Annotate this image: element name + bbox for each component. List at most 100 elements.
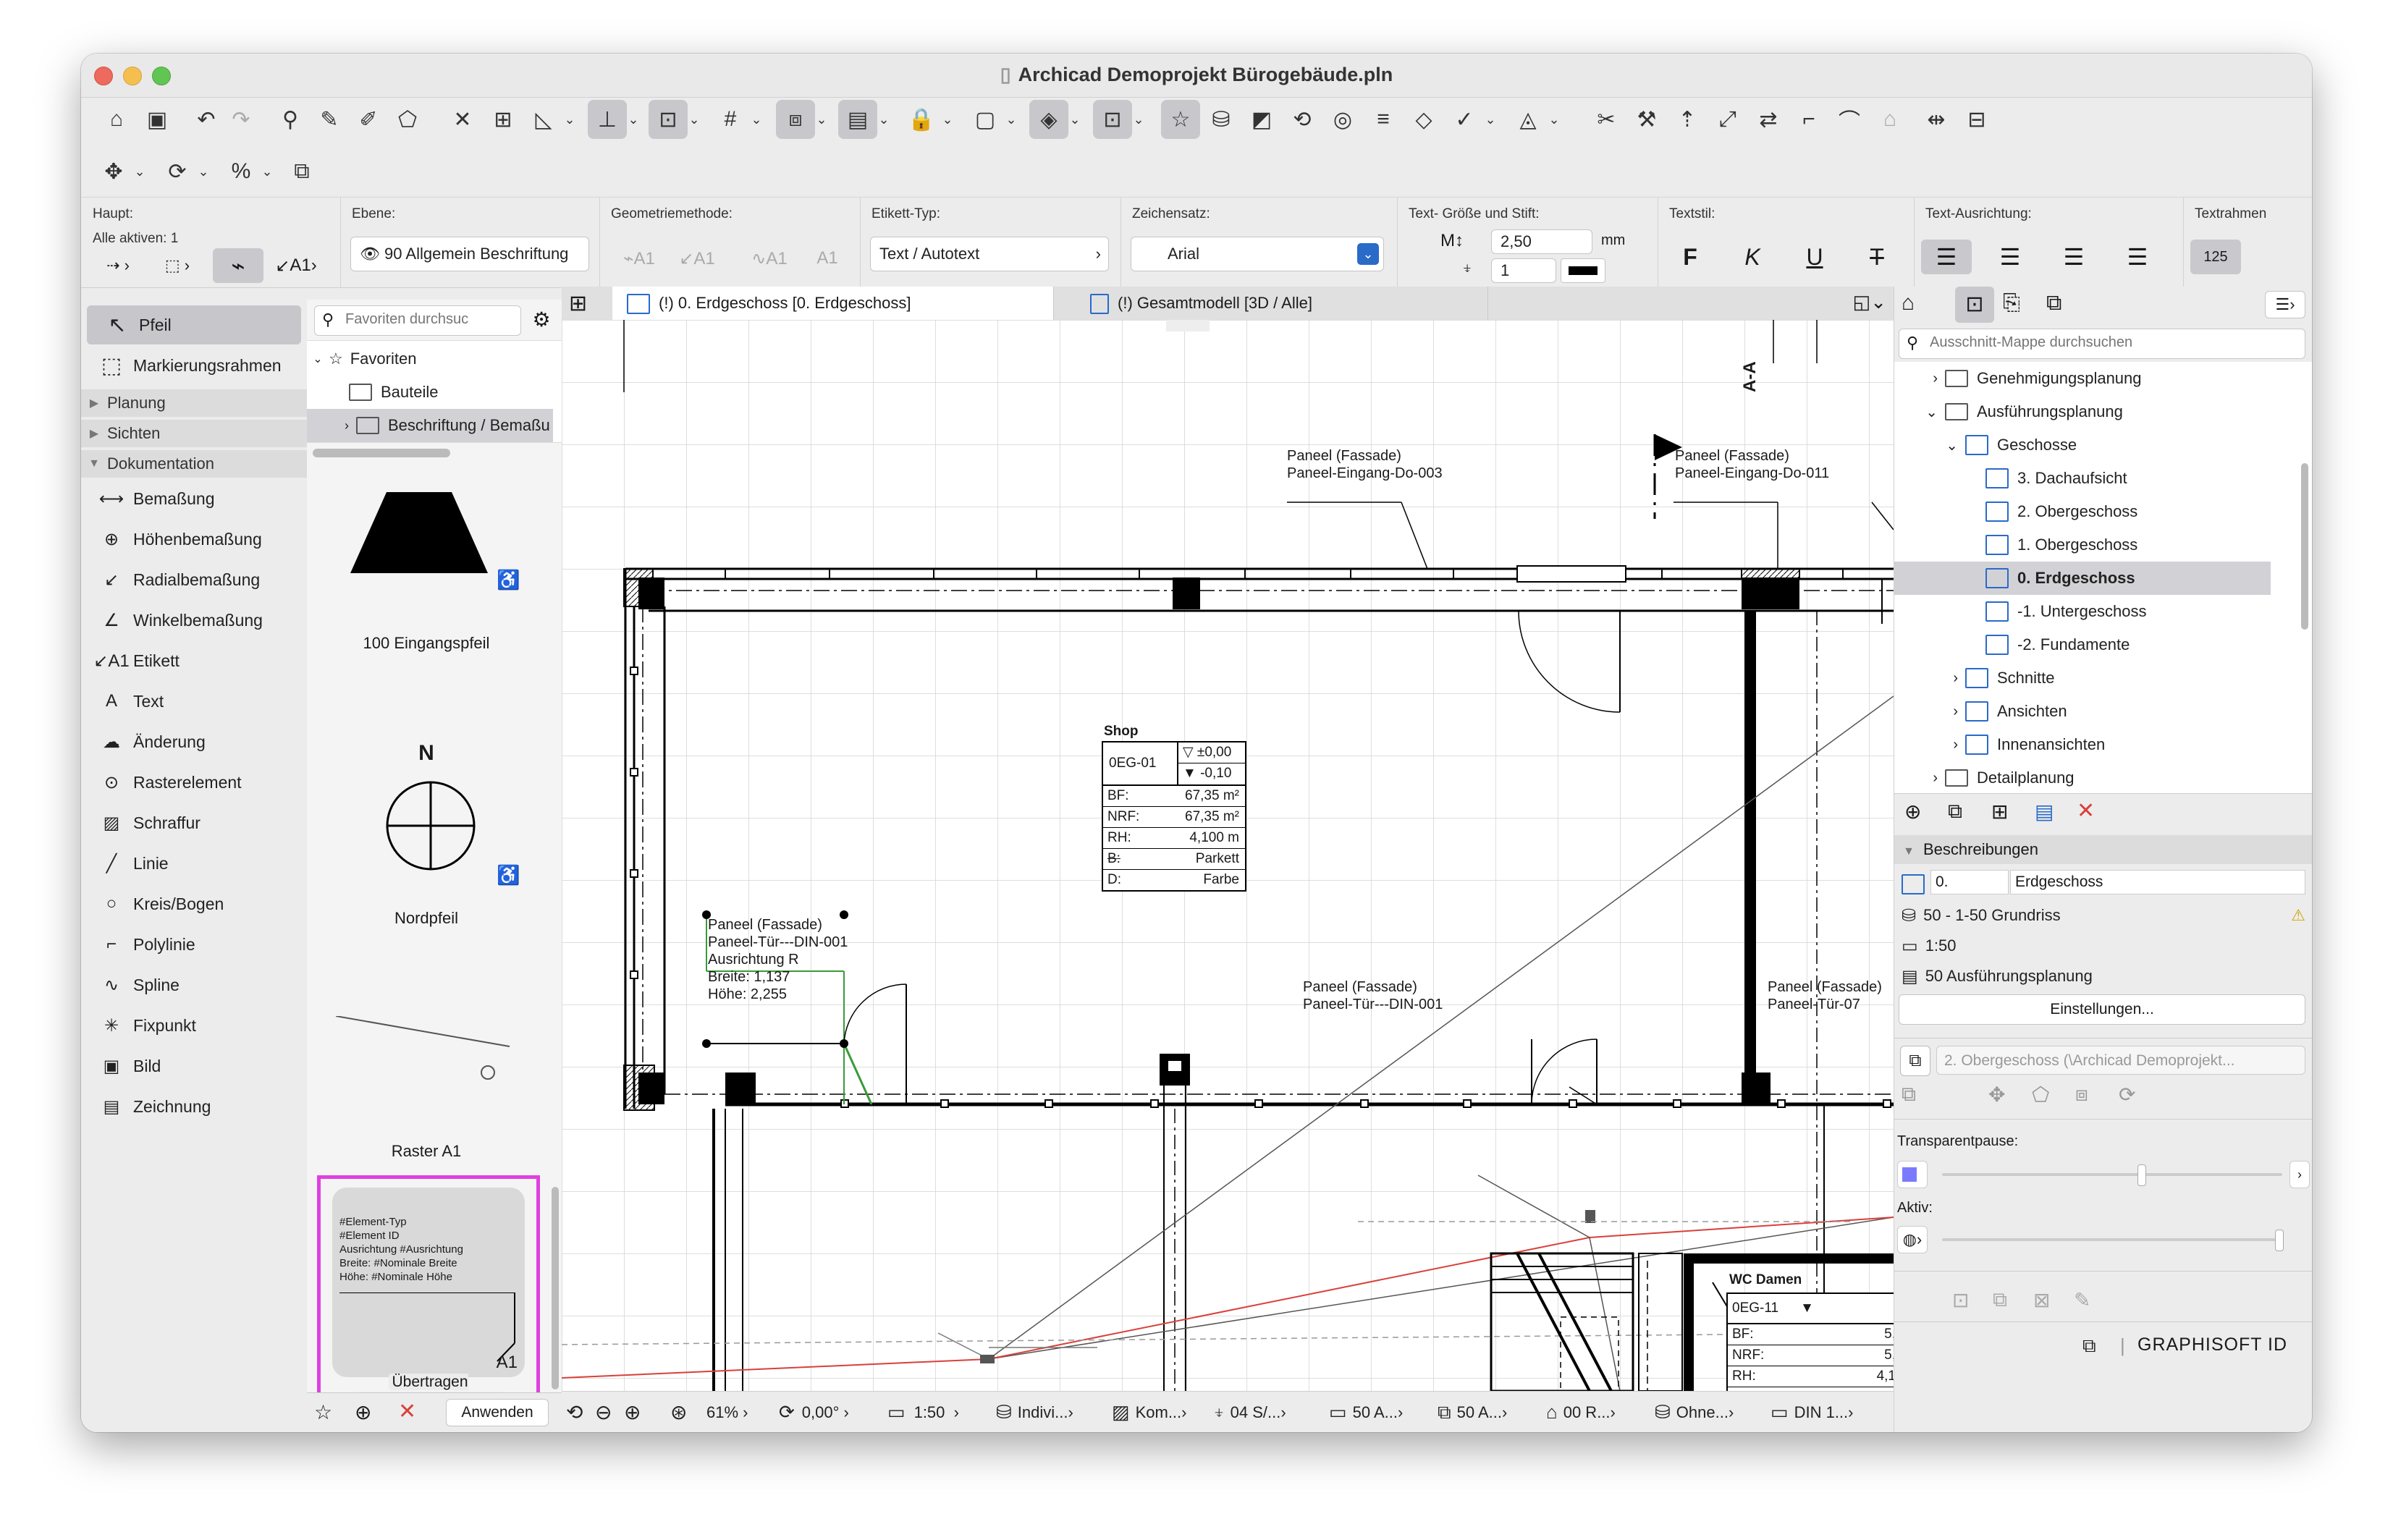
eyedropper-icon[interactable]: ✎ — [310, 100, 349, 139]
selected-panel-label[interactable]: Paneel (Fassade) Paneel-Tür---DIN-001 Ausr… — [708, 916, 848, 1003]
disclosure-icon[interactable]: › — [1894, 737, 1965, 753]
tab-floor-plan[interactable]: (!) 0. Erdgeschoss [0. Erdgeschoss] — [612, 287, 1054, 320]
status-structure[interactable]: ⛁ Ohne... › — [1655, 1392, 1734, 1432]
lock-icon[interactable]: 🔒 — [902, 100, 941, 139]
disclosure-icon[interactable]: › — [1894, 670, 1965, 687]
tool-line[interactable]: ╱ Linie — [81, 844, 307, 883]
drag-dropdown[interactable]: ⌄ — [132, 152, 148, 191]
view-tree-item[interactable]: -2. Fundamente — [1894, 628, 2271, 661]
fav-item-label[interactable]: 100 Eingangspfeil — [307, 634, 546, 653]
clone-folder-icon[interactable]: ⧉ — [1948, 800, 1962, 824]
view-map-icon[interactable]: ⊡ — [1955, 287, 1994, 323]
status-renovation[interactable]: ⌂ 00 R... › — [1546, 1392, 1616, 1432]
view-name-field[interactable]: Erdgeschoss — [2010, 870, 2305, 894]
tool-spline[interactable]: ∿ Spline — [81, 965, 307, 1004]
tool-level-dimension[interactable]: ⊕ Höhenbemaßung — [81, 520, 307, 559]
align-left-icon[interactable]: ☰ — [1921, 240, 1972, 274]
trace-reference-icon[interactable]: ⧉ — [1900, 1046, 1930, 1076]
beschreibungen-header[interactable]: ▼ Beschreibungen — [1894, 835, 2312, 864]
tool-circle[interactable]: ○ Kreis/Bogen — [81, 884, 307, 923]
navigator-menu-button[interactable]: ☰› — [2265, 291, 2305, 318]
fav-item-label[interactable]: Nordpfeil — [307, 909, 546, 928]
tab-grid-icon[interactable]: ⊞ — [569, 291, 587, 316]
tool-angle-dimension[interactable]: ∠ Winkelbemaßung — [81, 601, 307, 640]
view-tree-item[interactable]: 0. Erdgeschoss — [1894, 562, 2271, 595]
lock-dropdown[interactable]: ⌄ — [940, 100, 955, 139]
floor-plan-canvas[interactable]: A-A Paneel (Fassade) Paneel-Eingang-Do-00… — [562, 320, 1894, 1391]
fav-item-label[interactable]: Raster A1 — [307, 1142, 546, 1161]
elevate-icon[interactable]: ⇡ — [1668, 100, 1707, 139]
suspend-dropdown[interactable]: ⌄ — [876, 100, 892, 139]
view-tree-item[interactable]: › Innenansichten — [1894, 728, 2271, 761]
tool-change[interactable]: ☁ Änderung — [81, 722, 307, 761]
leader-none-icon[interactable]: A1 — [802, 241, 853, 276]
grid-snap-icon[interactable]: # — [711, 100, 750, 139]
zoom-level[interactable]: 61% › — [706, 1392, 748, 1432]
trace-dropdown[interactable]: ⌄ — [1067, 100, 1083, 139]
zoom-out-icon[interactable]: ⊖ — [595, 1392, 612, 1432]
geometry-method-icon[interactable]: ⇢ › — [93, 248, 143, 283]
shape-dropdown[interactable]: ⌄ — [1546, 100, 1562, 139]
leader-spline-icon[interactable]: ∿A1 — [744, 241, 795, 276]
align-icon[interactable]: ⇹ — [1917, 100, 1956, 139]
roof-icon[interactable]: ⌂ — [1870, 100, 1909, 139]
grid-dropdown[interactable]: ⌄ — [748, 100, 764, 139]
favorites-h-scrollbar[interactable] — [313, 449, 450, 457]
gravity-icon[interactable]: ⊡ — [649, 100, 688, 139]
tool-label[interactable]: ↙A1 Etikett — [81, 641, 307, 680]
align-right-icon[interactable]: ☰ — [2048, 240, 2099, 274]
rotate-icon[interactable]: ⟳ — [158, 152, 197, 191]
navigator-search[interactable]: ⚲ — [1899, 329, 2305, 359]
snap-guides-icon[interactable]: ⊥ — [588, 100, 627, 139]
group-dokumentation[interactable]: ▼ Dokumentation — [81, 450, 307, 478]
mirror-icon[interactable]: % — [221, 152, 261, 191]
view-id-field[interactable]: 0. — [1930, 870, 2009, 894]
graphic-override-icon[interactable]: ◩ — [1242, 100, 1281, 139]
multiply-icon[interactable]: ⧉ — [282, 152, 321, 191]
fillet-icon[interactable]: ⌒ — [1830, 100, 1869, 139]
new-folder-icon[interactable]: ⊞ — [1991, 800, 2008, 824]
zone-stamp-wc[interactable]: WC Damen 0EG-11▼ BF:5,NRF:5,RH:4,1B:Fl — [1723, 1272, 1894, 1391]
undo-view-icon[interactable]: ⟲ — [566, 1392, 583, 1432]
selected-favorite[interactable]: #Element-Typ #Element ID Ausrichtung #Au… — [317, 1175, 540, 1413]
delete-icon[interactable]: ✕ — [398, 1399, 416, 1424]
apply-button[interactable]: Anwenden — [446, 1399, 549, 1426]
favorites-search-input[interactable] — [344, 310, 513, 329]
tool-polyline[interactable]: ⌐ Polylinie — [81, 925, 307, 964]
rotation[interactable]: ⟳ 0,00° › — [779, 1392, 849, 1432]
trace-settings-icon[interactable]: ✎ — [2074, 1288, 2090, 1312]
status-graphic-override[interactable]: ⧉ 50 A... › — [1438, 1392, 1507, 1432]
view-tree-item[interactable]: 1. Obergeschoss — [1894, 528, 2271, 562]
disclosure-icon[interactable]: ⌄ — [1894, 436, 1965, 454]
zone-stamp-shop[interactable]: 0EG-01 ▽ ±0,00 ▼ -0,10 BF: 67,35 m² NRF: 67… — [1102, 741, 1246, 892]
favorites-icon[interactable]: ☆ — [1161, 100, 1200, 139]
group-planung[interactable]: ▶ Planung — [81, 389, 307, 417]
view-prop-layer[interactable]: ⛁ 50 - 1-50 Grundriss ⚠ — [1902, 899, 2312, 932]
measure-icon[interactable]: ⊞ — [484, 100, 523, 139]
snap-dropdown[interactable]: ⌄ — [625, 100, 641, 139]
find-select-icon[interactable]: ⚲ — [271, 100, 310, 139]
leader-straight-icon[interactable]: ⌁A1 — [614, 241, 664, 276]
trace-compare2-icon[interactable]: ⊠ — [2033, 1288, 2050, 1312]
zone-name[interactable]: Shop — [1104, 724, 1139, 740]
trace-reference-icon[interactable]: ◈ — [1029, 100, 1068, 139]
tool-figure[interactable]: ▣ Bild — [81, 1046, 307, 1086]
gravity-dropdown[interactable]: ⌄ — [686, 100, 702, 139]
tool-hotspot[interactable]: ✳ Fixpunkt — [81, 1006, 307, 1045]
fit-window-icon[interactable]: ⊛ — [670, 1392, 687, 1432]
renovation-icon[interactable]: ⟲ — [1283, 100, 1322, 139]
trace-icon[interactable]: ✕ — [443, 100, 482, 139]
strikethrough-button[interactable]: T — [1852, 240, 1902, 274]
navigator-search-input[interactable] — [1928, 334, 2293, 352]
group-dropdown[interactable]: ⌄ — [1003, 100, 1019, 139]
view-tree-item[interactable]: 3. Dachaufsicht — [1894, 462, 2271, 495]
selection-mode-icon[interactable]: ⬚ › — [152, 248, 203, 283]
trace-reset-icon[interactable]: ⟳ — [2119, 1083, 2135, 1107]
distribute-icon[interactable]: ⊟ — [1957, 100, 1996, 139]
status-pen-set[interactable]: ▨ Kom... › — [1112, 1392, 1186, 1432]
underline-button[interactable]: U — [1789, 240, 1840, 274]
color-wheel-icon[interactable]: ◍› — [1897, 1226, 1928, 1253]
transparent-slider[interactable] — [1942, 1164, 2282, 1186]
transparent-more[interactable]: › — [2289, 1161, 2310, 1188]
pen-color-swatch[interactable] — [1561, 258, 1605, 283]
